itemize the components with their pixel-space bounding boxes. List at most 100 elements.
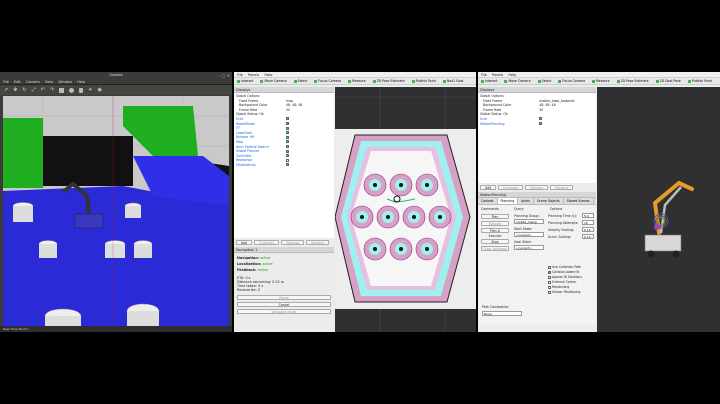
scale-icon[interactable]: ⤢ (32, 87, 36, 93)
remove-button[interactable]: Remove (281, 240, 305, 245)
rename-button[interactable]: Rename (550, 185, 574, 190)
checkbox[interactable] (285, 149, 289, 153)
cylinder-icon[interactable] (79, 87, 84, 93)
box-icon[interactable] (59, 87, 65, 93)
clear-octomap-button[interactable]: Clear octomap (481, 246, 509, 251)
checkbox[interactable] (285, 117, 289, 121)
menu-help[interactable]: Help (77, 80, 85, 84)
checkbox[interactable] (285, 140, 289, 144)
gazebo-title: Gazebo (109, 73, 123, 77)
menu-file[interactable]: File (3, 80, 9, 84)
navigation-panel: Navigation: active Localization: active … (234, 253, 334, 294)
tool-publish-point[interactable]: Publish Point (687, 78, 712, 84)
robot-base (644, 234, 682, 252)
screenshot-icon[interactable]: ◉ (98, 87, 102, 93)
moveit-3d-view[interactable] (597, 87, 720, 332)
accel-scaling-input[interactable]: 0.10 (582, 234, 594, 239)
cancel-button[interactable]: Cancel (237, 302, 331, 307)
checkbox[interactable] (285, 154, 289, 158)
nav-detail-row: Recoveries: 0 (237, 288, 260, 292)
menu-edit[interactable]: Edit (14, 80, 21, 84)
pause-button[interactable]: Pause (237, 295, 331, 300)
menu-window[interactable]: Window (58, 80, 72, 84)
tab-stored-scenes[interactable]: Stored Scenes (564, 198, 594, 204)
tool-2d-pose-estimate[interactable]: 2D Pose Estimate (616, 78, 649, 84)
gazebo-scene[interactable] (3, 96, 229, 326)
redo-icon[interactable]: ↷ (50, 87, 54, 93)
menu-camera[interactable]: Camera (26, 80, 40, 84)
checkbox[interactable] (539, 117, 543, 121)
velocity-scaling-input[interactable]: 0.10 (582, 227, 594, 232)
tree-row[interactable]: MarkerArray (236, 163, 332, 168)
duplicate-button[interactable]: Duplicate (498, 185, 524, 190)
tool-2d-pose-estimate[interactable]: 2D Pose Estimate (372, 78, 405, 84)
planning-time-input[interactable]: 5.0 (582, 213, 594, 218)
tool-select[interactable]: Select (537, 78, 551, 84)
remove-button[interactable]: Remove (525, 185, 549, 190)
tool-move-camera[interactable]: Move Camera (260, 78, 287, 84)
tab-planning[interactable]: Planning (497, 198, 519, 204)
checkbox[interactable] (285, 158, 289, 162)
black-wall (43, 136, 133, 186)
tool-measure[interactable]: Measure (592, 78, 610, 84)
sphere-icon[interactable] (69, 87, 75, 93)
plan-button[interactable]: Plan (481, 214, 509, 219)
undo-icon[interactable]: ↶ (41, 87, 45, 93)
tool-2d-goal-pose[interactable]: 2D Goal Pose (655, 78, 681, 84)
path-constraints-label: Path Constraints: (482, 305, 510, 309)
tool-publish-point[interactable]: Publish Point (411, 78, 436, 84)
motion-planning-tabs: Context Planning Joints Scene Objects St… (478, 198, 596, 205)
duplicate-button[interactable]: Duplicate (254, 240, 280, 245)
tab-joints[interactable]: Joints (518, 198, 534, 204)
menu-file[interactable]: File (481, 73, 487, 77)
add-button[interactable]: Add (236, 240, 253, 245)
goal-state-select[interactable]: <current> (514, 245, 544, 250)
start-state-label: Start State: (514, 227, 533, 231)
checkbox[interactable] (285, 145, 289, 149)
tool-select[interactable]: Select (293, 78, 307, 84)
start-state-select[interactable]: <current> (514, 232, 544, 237)
gazebo-toolbar: ➚ ✥ ↻ ⤢ ↶ ↷ ☀ ◉ (0, 85, 232, 95)
add-button[interactable]: Add (480, 185, 497, 190)
checkbox[interactable] (285, 126, 289, 130)
menu-help[interactable]: Help (264, 73, 272, 77)
query-label: Query (514, 207, 524, 211)
rotate-icon[interactable]: ↻ (22, 87, 26, 93)
menu-panels[interactable]: Panels (492, 73, 503, 77)
checkbox[interactable] (539, 122, 543, 126)
menu-panels[interactable]: Panels (248, 73, 259, 77)
tree-row[interactable]: MotionPlanning (480, 122, 594, 127)
light-icon[interactable]: ☀ (88, 87, 92, 93)
checkbox[interactable] (285, 135, 289, 139)
tool-nav2-goal[interactable]: Nav2 Goal (442, 78, 463, 84)
window-controls[interactable]: – ▢ ✕ (218, 72, 230, 79)
wheel (672, 250, 680, 258)
tool-interact[interactable]: Interact (237, 78, 253, 84)
tab-scene-objects[interactable]: Scene Objects (534, 198, 564, 204)
tool-measure[interactable]: Measure (348, 78, 366, 84)
checkbox[interactable] (285, 131, 289, 135)
tool-interact[interactable]: Interact (481, 78, 497, 84)
nav-map-view[interactable] (335, 87, 476, 332)
waypoint-mode-button[interactable]: Waypoint mode (237, 309, 331, 314)
path-constraints-select[interactable]: None (482, 311, 522, 316)
menu-view[interactable]: View (45, 80, 53, 84)
tool-move-camera[interactable]: Move Camera (504, 78, 531, 84)
arrow-icon[interactable]: ➚ (4, 87, 8, 93)
stop-button[interactable]: Stop (481, 239, 509, 244)
menu-file[interactable]: File (237, 73, 243, 77)
tool-focus-camera[interactable]: Focus Camera (558, 78, 585, 84)
end-effector-marker (654, 224, 660, 230)
checkbox[interactable] (285, 163, 289, 167)
checkbox[interactable] (285, 122, 289, 126)
menu-help[interactable]: Help (508, 73, 516, 77)
sensor-positioning-checkbox[interactable]: Sensor Positioning (548, 290, 582, 295)
tool-focus-camera[interactable]: Focus Camera (314, 78, 341, 84)
planning-attempts-input[interactable]: 10 (582, 220, 594, 225)
plan-and-execute-button[interactable]: Plan & Execute (481, 228, 509, 238)
move-icon[interactable]: ✥ (13, 87, 17, 93)
planning-group-select[interactable]: mobile_manip (514, 219, 544, 224)
rename-button[interactable]: Rename (306, 240, 330, 245)
tab-context[interactable]: Context (478, 198, 498, 204)
execute-button[interactable]: Execute (481, 221, 509, 226)
